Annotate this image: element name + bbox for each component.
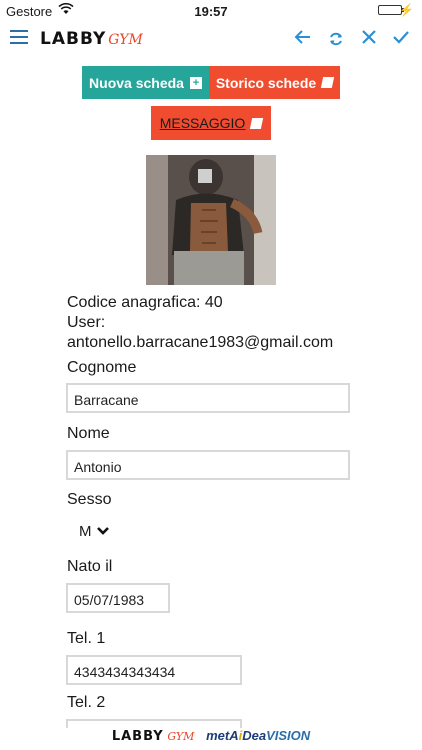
status-bar: Gestore 19:57 ⚡ <box>0 0 422 22</box>
check-icon[interactable] <box>392 28 410 50</box>
top-nav: LABBY GYM <box>0 22 422 58</box>
sesso-select[interactable]: M <box>79 523 110 540</box>
birthdate-input[interactable]: 05/07/1983 <box>66 583 170 613</box>
message-label: MESSAGGIO <box>159 115 246 131</box>
footer-labby: LABBY <box>111 729 164 744</box>
app-logo: LABBY GYM <box>40 29 143 49</box>
footer-met: metA <box>206 728 239 743</box>
eraser-icon <box>321 77 335 88</box>
user-label: User: <box>67 314 106 331</box>
sesso-label: Sesso <box>67 491 112 508</box>
history-button[interactable]: Storico schede <box>209 66 340 99</box>
history-label: Storico schede <box>215 74 317 91</box>
message-button[interactable]: MESSAGGIO <box>151 106 271 140</box>
nome-input[interactable]: Antonio <box>66 450 350 480</box>
logo-text: LABBY <box>40 29 107 49</box>
footer-dea: Dea <box>242 728 267 743</box>
charging-icon: ⚡ <box>399 3 414 17</box>
codice-anagrafica: Codice anagrafica: 40 <box>67 294 223 311</box>
back-arrow-icon[interactable] <box>294 28 312 50</box>
footer-vision: VISION <box>266 728 311 743</box>
refresh-icon[interactable] <box>328 30 344 52</box>
new-card-button[interactable]: Nuova scheda + <box>82 66 209 99</box>
profile-photo <box>146 155 276 285</box>
plus-icon: + <box>189 76 202 89</box>
cognome-input[interactable]: Barracane <box>66 383 350 413</box>
tel1-label: Tel. 1 <box>67 630 106 647</box>
sesso-value: M <box>79 523 92 540</box>
clock-time: 19:57 <box>194 4 228 19</box>
new-card-label: Nuova scheda <box>89 74 184 91</box>
footer-gym: GYM <box>167 730 195 743</box>
tel1-input[interactable]: 4343434343434 <box>66 655 242 685</box>
tel2-label: Tel. 2 <box>67 694 106 711</box>
menu-icon[interactable] <box>10 30 28 44</box>
user-email: antonello.barracane1983@gmail.com <box>67 334 334 351</box>
footer-brand: LABBY GYM metAiDeaVISION <box>0 728 422 750</box>
close-icon[interactable] <box>360 28 378 50</box>
cognome-label: Cognome <box>67 359 137 376</box>
nato-label: Nato il <box>67 558 113 575</box>
nome-label: Nome <box>67 425 110 442</box>
eraser-icon <box>250 117 264 129</box>
chevron-down-icon <box>96 525 110 539</box>
logo-gym-text: GYM <box>108 32 143 48</box>
